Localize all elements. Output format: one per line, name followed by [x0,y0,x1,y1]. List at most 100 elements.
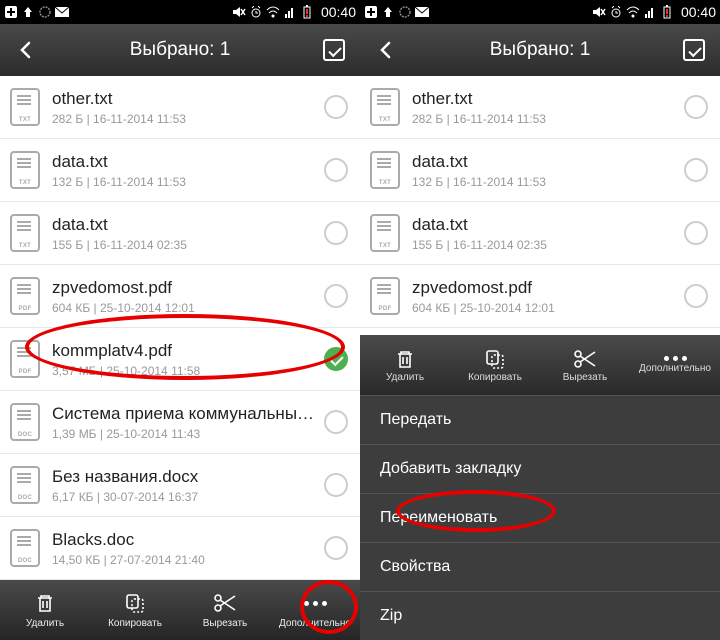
menu-item[interactable]: Переименовать [360,493,720,542]
file-row[interactable]: TXTdata.txt132 Б | 16-11-2014 11:53 [360,139,720,202]
cut-button[interactable]: Вырезать [540,335,630,395]
file-name: zpvedomost.pdf [412,278,678,298]
file-name: data.txt [52,152,318,172]
selection-header: Выбрано: 1 [0,24,360,76]
file-type-icon: PDF [10,340,40,378]
menu-item[interactable]: Добавить закладку [360,444,720,493]
mute-icon [232,5,246,19]
dots-icon [664,356,687,361]
copy-icon [484,348,506,370]
selection-checkbox[interactable] [324,536,348,560]
file-row[interactable]: TXTother.txt282 Б | 16-11-2014 11:53 [0,76,360,139]
file-type-icon: TXT [370,88,400,126]
selection-checkbox[interactable] [684,158,708,182]
file-list: TXTother.txt282 Б | 16-11-2014 11:53TXTd… [0,76,360,580]
selection-checkbox[interactable] [684,221,708,245]
file-name: other.txt [412,89,678,109]
alarm-icon [609,5,623,19]
cut-button[interactable]: Вырезать [180,580,270,640]
file-type-icon: TXT [10,88,40,126]
file-type-icon: PDF [370,277,400,315]
selection-checkbox[interactable] [684,284,708,308]
upload-icon [21,5,35,19]
select-all-button[interactable] [676,32,712,68]
menu-panel: Удалить Копировать Вырезать Дополнительн… [360,335,720,640]
menu-list: ПередатьДобавить закладкуПереименоватьСв… [360,395,720,640]
back-button[interactable] [8,32,44,68]
battery-warn-icon [300,5,314,19]
more-button[interactable]: Дополнительно [630,335,720,395]
file-meta: 132 Б | 16-11-2014 11:53 [52,175,318,189]
file-name: Без названия.docx [52,467,318,487]
file-name: zpvedomost.pdf [52,278,318,298]
file-meta: 155 Б | 16-11-2014 02:35 [412,238,678,252]
file-row[interactable]: PDFkommplatv4.pdf3,57 МБ | 25-10-2014 11… [0,328,360,391]
selection-checkbox[interactable] [324,473,348,497]
menu-toolbar: Удалить Копировать Вырезать Дополнительн… [360,335,720,395]
file-type-icon: PDF [10,277,40,315]
back-button[interactable] [368,32,404,68]
mail-icon [55,5,69,19]
menu-item[interactable]: Передать [360,395,720,444]
file-name: Blacks.doc [52,530,318,550]
bottom-toolbar: Удалить Копировать Вырезать Дополнительн… [0,580,360,640]
file-row[interactable]: DOC Blacks.doc 14,50 КБ | 27-07-2014 21:40 [0,517,360,580]
file-meta: 6,17 КБ | 30-07-2014 16:37 [52,490,318,504]
selection-checkbox[interactable] [324,347,348,371]
header-title: Выбрано: 1 [44,39,316,61]
file-row[interactable]: DOCСистема приема коммунальных п…1,39 МБ… [0,391,360,454]
file-type-icon: DOC [10,403,40,441]
trash-icon [34,591,56,615]
plus-icon [4,5,18,19]
file-name: data.txt [412,215,678,235]
delete-button[interactable]: Удалить [360,335,450,395]
circle-icon [38,5,52,19]
more-button[interactable]: Дополнительно [270,580,360,640]
menu-item[interactable]: Свойства [360,542,720,591]
selection-checkbox[interactable] [324,221,348,245]
delete-button[interactable]: Удалить [0,580,90,640]
file-type-icon: DOC [10,466,40,504]
dots-icon [304,591,327,615]
status-clock: 00:40 [321,4,356,20]
file-name: data.txt [412,152,678,172]
file-type-icon: TXT [10,214,40,252]
file-type-icon: DOC [10,529,40,567]
copy-button[interactable]: Копировать [450,335,540,395]
file-row[interactable]: TXT data.txt 155 Б | 16-11-2014 02:35 [0,202,360,265]
file-meta: 604 КБ | 25-10-2014 12:01 [52,301,318,315]
scissors-icon [573,348,597,370]
selection-checkbox[interactable] [324,410,348,434]
file-meta: 14,50 КБ | 27-07-2014 21:40 [52,553,318,567]
file-row[interactable]: TXTdata.txt155 Б | 16-11-2014 02:35 [360,202,720,265]
alarm-icon [249,5,263,19]
status-bar: 00:40 [0,0,360,24]
file-row[interactable]: PDFzpvedomost.pdf604 КБ | 25-10-2014 12:… [360,265,720,328]
selection-checkbox[interactable] [684,95,708,119]
file-name: kommplatv4.pdf [52,341,318,361]
status-clock: 00:40 [681,4,716,20]
signal-icon [283,5,297,19]
scissors-icon [213,591,237,615]
wifi-icon [626,5,640,19]
mute-icon [592,5,606,19]
menu-item[interactable]: Zip [360,591,720,640]
status-bar: 00:40 [360,0,720,24]
file-row[interactable]: TXTdata.txt132 Б | 16-11-2014 11:53 [0,139,360,202]
signal-icon [643,5,657,19]
file-row[interactable]: PDF zpvedomost.pdf 604 КБ | 25-10-2014 12:… [0,265,360,328]
plus-icon [364,5,378,19]
copy-button[interactable]: Копировать [90,580,180,640]
mail-icon [415,5,429,19]
select-all-button[interactable] [316,32,352,68]
file-meta: 282 Б | 16-11-2014 11:53 [412,112,678,126]
file-meta: 155 Б | 16-11-2014 02:35 [52,238,318,252]
file-row[interactable]: DOC Без названия.docx 6,17 КБ | 30-07-2014… [0,454,360,517]
selection-checkbox[interactable] [324,95,348,119]
selection-checkbox[interactable] [324,158,348,182]
file-row[interactable]: TXT other.txt 282 Б | 16-11-2014 11:53 [360,76,720,139]
selection-checkbox[interactable] [324,284,348,308]
file-name: data.txt [52,215,318,235]
file-type-icon: TXT [370,151,400,189]
file-meta: 282 Б | 16-11-2014 11:53 [52,112,318,126]
